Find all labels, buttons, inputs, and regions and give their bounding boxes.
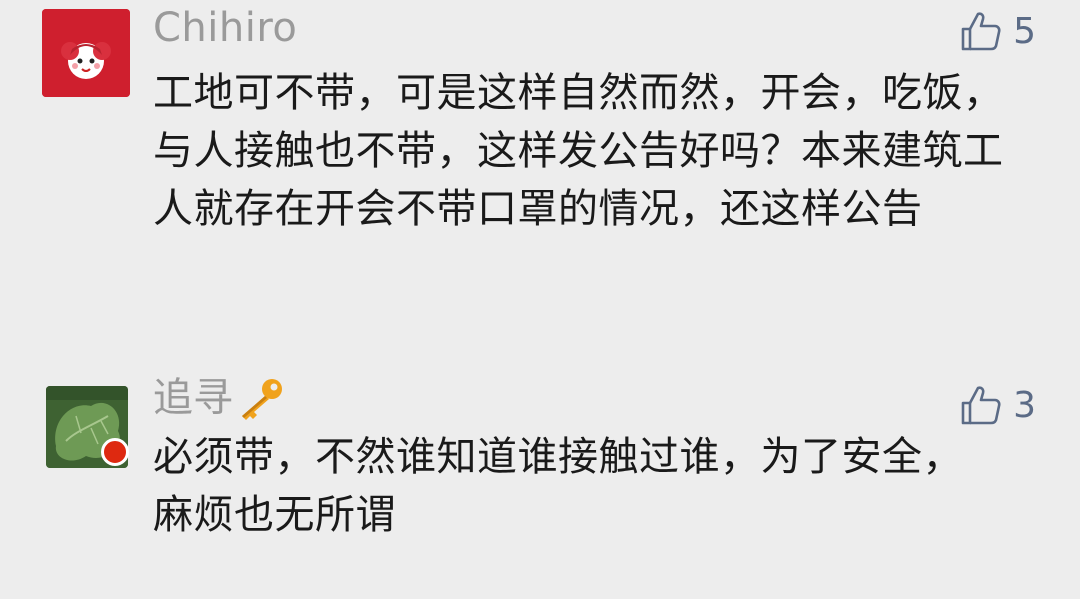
comment-item: 追寻 3 必须带，不然谁知道谁接触过谁，为了安全，麻烦也无所谓 (0, 370, 1080, 599)
username[interactable]: 追寻 (153, 374, 233, 422)
thumbs-up-icon (961, 386, 1001, 425)
comment-text: 工地可不带，可是这样自然而然，开会，吃饭，与人接触也不带，这样发公告好吗？本来建… (153, 70, 1004, 232)
username[interactable]: Chihiro (153, 4, 297, 52)
cartoon-girl-avatar-icon (42, 9, 130, 97)
like-button[interactable]: 3 (959, 380, 1036, 430)
like-count: 5 (1013, 10, 1036, 52)
thumbs-up-icon (961, 12, 1001, 51)
comment-item: Chihiro 5 工地可不带，可是这样自然而然，开会，吃饭，与人接触也不带，这… (0, 0, 1080, 340)
like-count: 3 (1013, 384, 1036, 426)
flag-badge-icon (101, 438, 129, 466)
comment-text: 必须带，不然谁知道谁接触过谁，为了安全，麻烦也无所谓 (153, 434, 963, 538)
key-icon (242, 379, 282, 420)
like-button[interactable]: 5 (959, 6, 1036, 56)
avatar[interactable] (42, 9, 130, 97)
